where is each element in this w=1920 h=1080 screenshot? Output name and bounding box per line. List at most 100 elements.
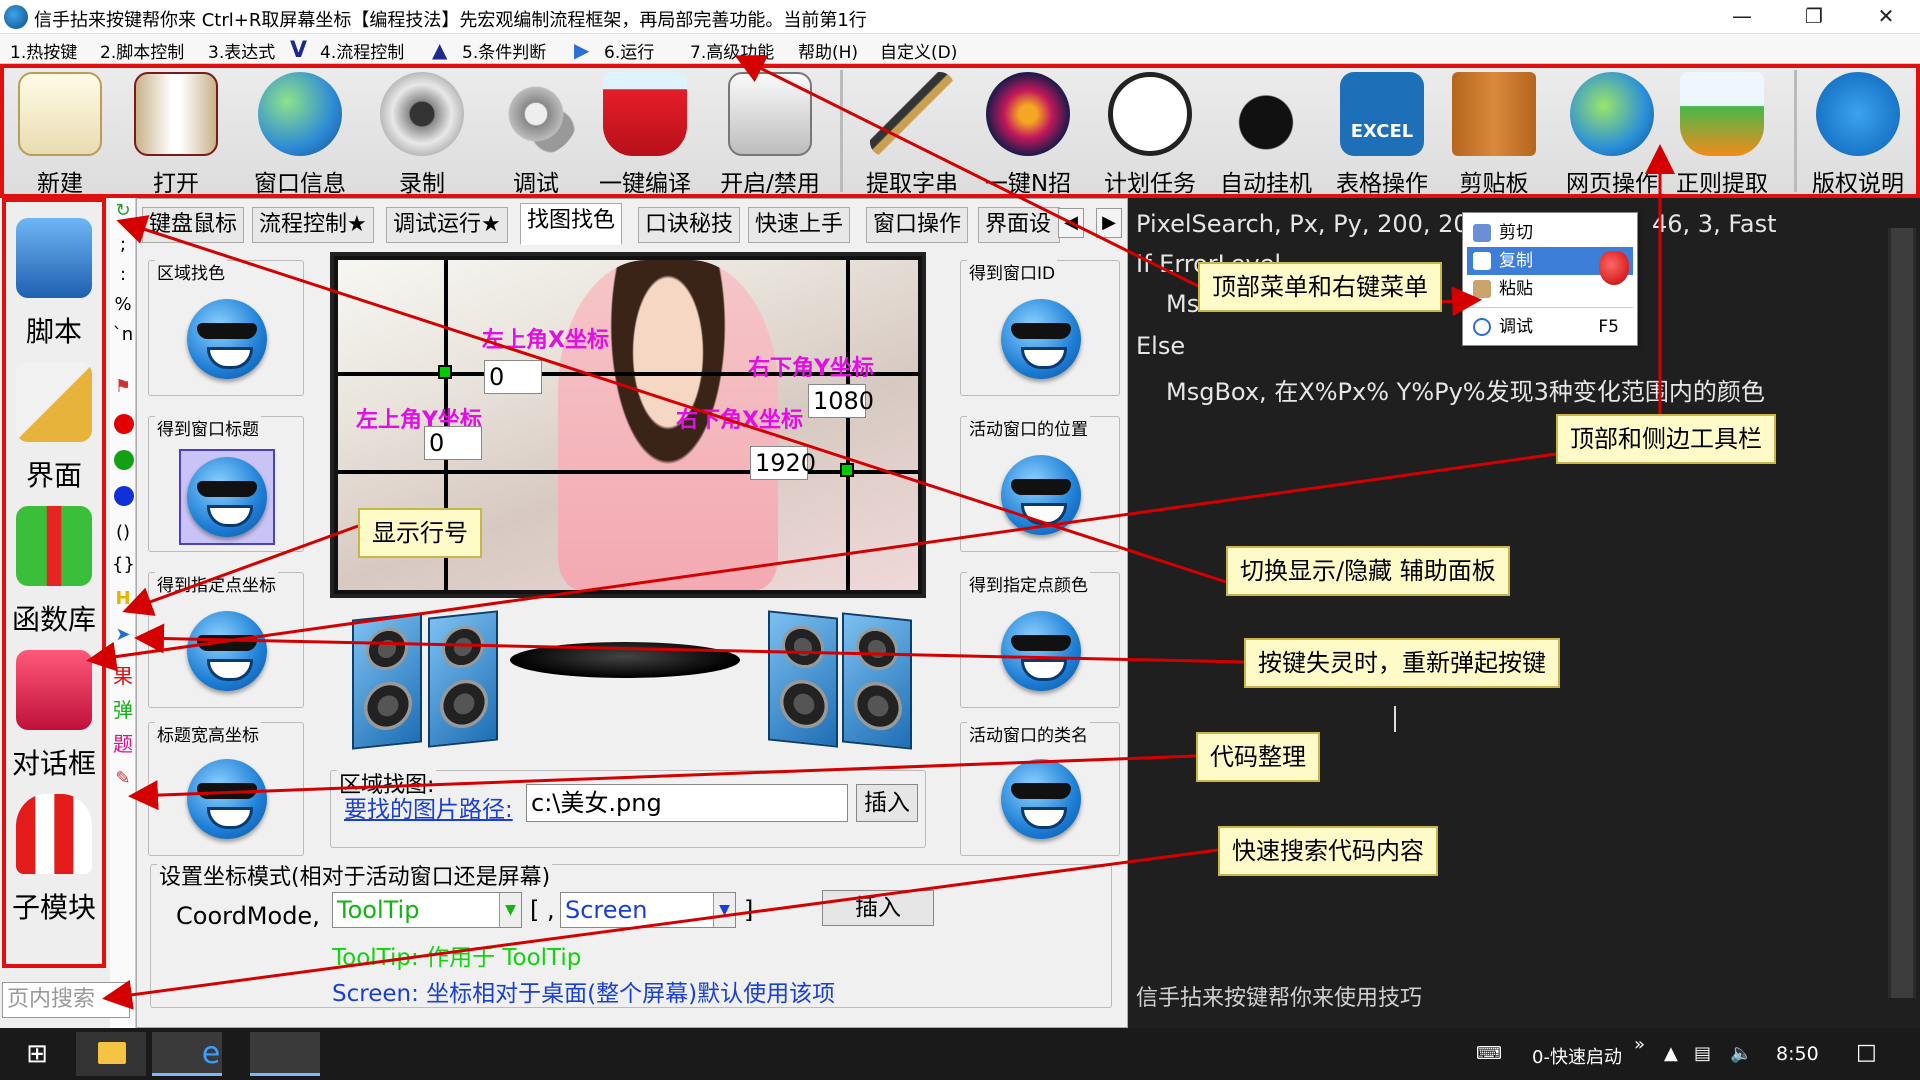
tab-debug-run[interactable]: 调试运行★ [386,207,508,243]
selected-smiley-frame[interactable] [179,449,275,545]
a-condition-icon: ▲ [432,38,448,62]
top-left-x-field[interactable]: 0 [484,360,542,394]
debug-icon [1473,318,1491,336]
coordmode-target-select[interactable]: ToolTip ▼ [332,892,522,928]
flag-icon[interactable]: ⚑ [112,376,134,397]
bottom-right-marker[interactable] [840,463,854,477]
chevron-up-icon[interactable]: ▲ [1664,1043,1678,1064]
green-dot-icon[interactable] [114,450,134,470]
text-cursor-icon [1394,706,1396,732]
code-line-1-tail[interactable]: 46, 3, Fast [1652,210,1777,238]
smiley-icon[interactable] [1001,759,1081,839]
clock-time[interactable]: 8:50 [1776,1043,1819,1065]
toggle-panel-icon[interactable]: ↻ [112,200,134,221]
menu-run[interactable]: 6.运行 [604,38,654,63]
tab-scroll-left-icon[interactable]: ◀ [1058,208,1084,238]
red-dot-icon[interactable] [114,414,134,434]
scissors-icon [1473,224,1491,242]
gutter-text-2[interactable]: 弹 [112,694,134,723]
bottom-right-y-field[interactable]: 1080 [808,384,874,418]
coordmode-insert-button[interactable]: 插入 [822,890,934,926]
group-point-color: 得到指定点颜色 [960,571,1120,708]
close-icon[interactable]: ✕ [1856,0,1916,34]
group-area-color: 区域找色 [148,259,304,396]
top-left-y-field[interactable]: 0 [424,426,482,460]
group-active-window-class: 活动窗口的类名 [960,721,1120,856]
coordmode-relative-select[interactable]: Screen ▼ [560,892,736,928]
group-active-window-pos: 活动窗口的位置 [960,415,1120,552]
gutter-semicolon[interactable]: ; [112,234,134,255]
callout-line-numbers: 显示行号 [358,508,482,558]
context-menu-debug[interactable]: 调试 F5 [1467,313,1633,341]
quick-launch-label[interactable]: 0-快速启动 [1532,1043,1622,1069]
smiley-icon[interactable] [187,759,267,839]
line-number-icon[interactable]: H [112,588,134,609]
keyboard-icon[interactable]: ⌨ [1476,1043,1502,1064]
gutter-text-1[interactable]: 果 [112,660,134,689]
gutter-text-3[interactable]: 题 [112,728,134,757]
taskbar: ⊞ e ⌨ 0-快速启动 » ▲ ▤ 🔈 8:50 □ [0,1028,1920,1080]
context-menu-cut[interactable]: 剪切 [1467,219,1633,247]
taskbar-editor-icon[interactable] [250,1032,320,1076]
format-code-icon[interactable]: ✎ [112,768,134,789]
file-explorer-icon[interactable] [76,1032,146,1076]
smiley-icon[interactable] [187,611,267,691]
blue-dot-icon[interactable] [114,486,134,506]
network-icon[interactable]: ▤ [1694,1043,1711,1064]
toolbar-highlight [0,64,1920,198]
gutter-newline[interactable]: `n [112,324,134,345]
menu-hotkey[interactable]: 1.热按键 [10,38,77,63]
maximize-icon[interactable]: ❐ [1784,0,1844,34]
context-menu-divider [1467,307,1633,308]
chevron-down-icon[interactable]: ▼ [499,893,521,927]
menu-help[interactable]: 帮助(H) [798,38,858,63]
image-path-input[interactable]: c:\美女.png [526,784,848,822]
tab-ui-settings[interactable]: 界面设 [978,207,1060,243]
tab-find-image-color[interactable]: 找图找色 [520,203,623,245]
chevron-double-icon[interactable]: » [1634,1034,1645,1055]
menu-script-control[interactable]: 2.脚本控制 [100,38,184,63]
tab-window-ops[interactable]: 窗口操作 [866,207,969,243]
notification-icon[interactable]: □ [1856,1040,1877,1065]
tab-quick-start[interactable]: 快速上手 [748,207,851,243]
menu-advanced[interactable]: 7.高级功能 [690,38,774,63]
chevron-down-icon[interactable]: ▼ [713,893,735,927]
smiley-icon[interactable] [1001,455,1081,535]
bottom-right-x-field[interactable]: 1920 [750,446,816,480]
speaker-icon [768,610,838,748]
minimize-icon[interactable]: — [1712,0,1772,34]
menu-custom[interactable]: 自定义(D) [880,38,957,63]
gutter-percent[interactable]: % [112,294,134,315]
code-line-3[interactable]: Ms [1166,290,1199,318]
speaker-icon [842,612,912,750]
code-scrollbar-thumb[interactable] [1891,228,1913,998]
smiley-icon[interactable] [1001,611,1081,691]
gutter-parens[interactable]: () [112,522,134,543]
status-tip: 信手拈来按键帮你来使用技巧 [1136,986,1423,1011]
tab-flow-control[interactable]: 流程控制★ [252,207,374,243]
tab-keyboard-mouse[interactable]: 键盘鼠标 [142,207,245,243]
coordmode-hint-tooltip: ToolTip: 作用于 ToolTip [332,945,582,971]
monitor-stand [510,642,740,678]
gutter-braces[interactable]: {} [112,554,135,575]
smiley-icon[interactable] [187,299,267,379]
gutter-colon[interactable]: : [112,264,134,285]
release-keys-icon[interactable]: ➤ [112,624,134,645]
code-line-1[interactable]: PixelSearch, Px, Py, 200, 20 [1136,210,1469,238]
tab-scroll-right-icon[interactable]: ▶ [1096,208,1122,238]
top-left-marker[interactable] [438,365,452,379]
page-search-input[interactable]: 页内搜索 [2,982,130,1018]
group-window-title: 得到窗口标题 [148,415,304,552]
code-line-5[interactable]: MsgBox, 在X%Px% Y%Py%发现3种变化范围内的颜色 [1166,372,1765,407]
tab-secrets[interactable]: 口诀秘技 [638,207,741,243]
ie-browser-icon[interactable]: e [176,1032,246,1076]
smiley-icon[interactable] [1001,299,1081,379]
start-windows-icon[interactable]: ⊞ [2,1032,72,1076]
menu-flow-control[interactable]: 4.流程控制 [320,38,404,63]
volume-icon[interactable]: 🔈 [1730,1043,1752,1064]
menu-condition[interactable]: 5.条件判断 [462,38,546,63]
code-line-4[interactable]: Else [1136,332,1185,360]
image-insert-button[interactable]: 插入 [856,784,918,822]
image-path-link[interactable]: 要找的图片路径: [344,790,513,824]
menu-expression[interactable]: 3.表达式 [208,38,275,63]
